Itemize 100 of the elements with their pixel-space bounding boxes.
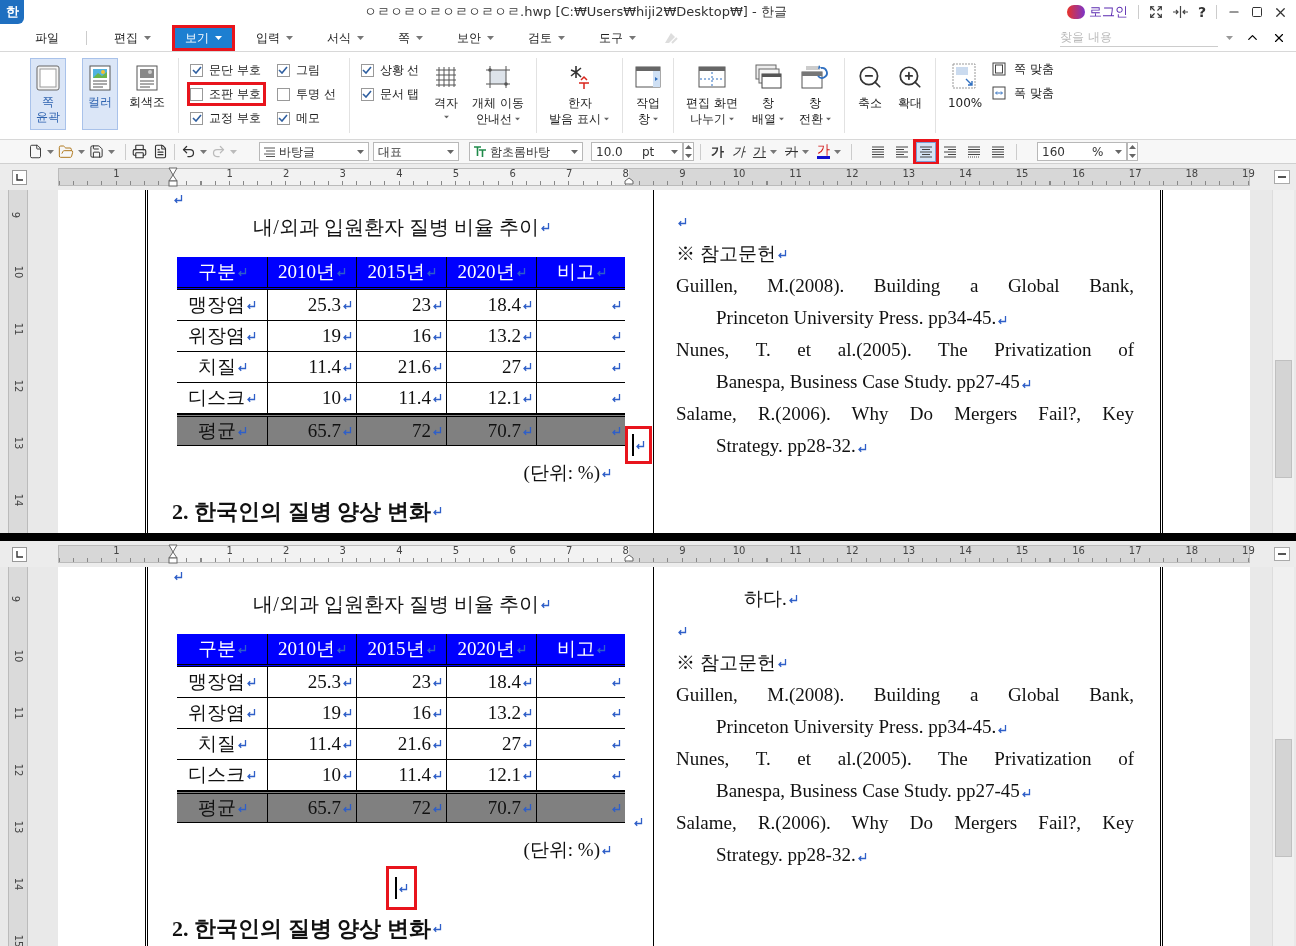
help-button[interactable]: ? bbox=[1197, 1, 1206, 23]
checkbox-label: 교정 부호 bbox=[209, 110, 261, 127]
fit-button[interactable]: 쪽 맞춤 bbox=[992, 60, 1055, 78]
reference-entry: Salame, R.(2006). Why Do Mergers Fail?, Key Strategy. pp28-32. bbox=[676, 403, 1134, 456]
indent-marker-icon[interactable] bbox=[168, 544, 178, 564]
line-spacing-field[interactable]: 160 % bbox=[1037, 142, 1127, 161]
style-select[interactable]: 바탕글 bbox=[259, 142, 369, 161]
scrollbar[interactable] bbox=[1272, 190, 1294, 533]
ribbon-tool-button[interactable]: 개체 이동 안내선 bbox=[468, 58, 529, 130]
table-cell-text: 18.4 bbox=[487, 292, 521, 317]
table-caption: 내/외과 입원환자 질병 비율 추이 bbox=[253, 592, 539, 617]
language-select[interactable]: 대표 bbox=[373, 142, 459, 161]
table-cell-text: 평균 bbox=[197, 795, 236, 820]
undo-icon[interactable] bbox=[181, 144, 196, 159]
view-toggle-button[interactable]: 쪽 윤곽 bbox=[30, 58, 66, 130]
ribbon-tool-button[interactable]: 작업 창 bbox=[631, 58, 666, 130]
new-document-icon[interactable] bbox=[28, 144, 43, 159]
checkbox[interactable] bbox=[276, 63, 290, 77]
preview-icon[interactable] bbox=[153, 144, 168, 159]
ribbon-tool-button[interactable]: 확대 bbox=[892, 58, 927, 130]
reference-entry: Salame, R.(2006). Why Do Mergers Fail?, Key Strategy. pp28-32. bbox=[676, 812, 1134, 865]
column-header: 2010년 bbox=[278, 259, 335, 284]
caret-icon bbox=[357, 35, 364, 40]
ruler-toggle-button[interactable] bbox=[1274, 547, 1290, 561]
ribbon-tool-button[interactable]: 격자 bbox=[430, 58, 463, 130]
character-format-button[interactable]: 가 bbox=[711, 141, 724, 162]
ruler-number: 11 bbox=[13, 322, 24, 336]
print-icon[interactable] bbox=[132, 144, 147, 159]
save-icon[interactable] bbox=[89, 144, 104, 159]
checkbox[interactable] bbox=[360, 63, 374, 77]
scrollbar[interactable] bbox=[1272, 567, 1294, 946]
character-format-button[interactable]: 가 bbox=[732, 141, 745, 162]
split-arrows-icon[interactable] bbox=[1172, 6, 1188, 18]
menu-item[interactable]: 도구 bbox=[589, 27, 646, 48]
vertical-ruler[interactable]: 9 10 11 12 13 14 bbox=[8, 190, 28, 533]
find-field[interactable]: 찾을 내용 bbox=[1060, 28, 1218, 47]
checkbox[interactable] bbox=[360, 87, 374, 101]
menu-item[interactable]: 입력 bbox=[246, 27, 303, 48]
menu-item[interactable]: 검토 bbox=[518, 27, 575, 48]
ruler-number: 18 bbox=[1185, 546, 1199, 556]
view-toggle-button[interactable]: 회색조 bbox=[124, 58, 170, 130]
reference-entry: Guillen, M.(2008). Building a Global Bank, Princeton University Press. pp34-45. bbox=[676, 275, 1134, 328]
ruler-number: 13 bbox=[13, 820, 24, 834]
checkbox[interactable] bbox=[190, 63, 203, 77]
table-cell-text: 19 bbox=[322, 323, 341, 348]
grayscale-document-icon bbox=[136, 65, 158, 91]
table-cell-text: 72 bbox=[412, 795, 431, 820]
caret-icon bbox=[416, 35, 423, 40]
table-cell-text: 평균 bbox=[197, 418, 236, 443]
right-margin-marker-icon[interactable] bbox=[624, 177, 634, 185]
ruler-number: 13 bbox=[13, 436, 24, 450]
references-title: ※ 참고문헌 bbox=[676, 650, 776, 675]
ribbon-tool-button[interactable]: 100% bbox=[943, 58, 987, 130]
open-folder-icon[interactable] bbox=[58, 143, 74, 160]
font-size-field[interactable]: 10.0 pt bbox=[591, 142, 683, 161]
login-button[interactable]: 로그인 bbox=[1088, 2, 1128, 22]
ruler-number: 3 bbox=[339, 546, 346, 556]
ruler-number: 14 bbox=[13, 493, 24, 507]
table-cell-text: 위장염 bbox=[188, 700, 245, 725]
checkbox[interactable] bbox=[190, 111, 203, 125]
table-cell-text: 12.1 bbox=[487, 385, 521, 410]
ribbon-tool-button[interactable]: 창 전환 bbox=[794, 58, 836, 130]
tab-type-icon[interactable] bbox=[11, 169, 27, 185]
menu-item[interactable]: 보안 bbox=[447, 27, 504, 48]
checkbox[interactable] bbox=[276, 87, 290, 101]
character-format-button[interactable]: 가 bbox=[785, 141, 809, 162]
menu-item[interactable]: 편집 bbox=[104, 27, 161, 48]
indent-marker-icon[interactable] bbox=[168, 167, 178, 187]
spin-buttons[interactable] bbox=[683, 142, 694, 161]
table-cell-text: 19 bbox=[322, 700, 341, 725]
ribbon-tool-button[interactable]: 한자 발음 표시 bbox=[545, 58, 615, 130]
ribbon-tool-button[interactable]: 축소 bbox=[852, 58, 887, 130]
ruler-toggle-button[interactable] bbox=[1274, 170, 1290, 184]
fullscreen-icon[interactable] bbox=[1148, 5, 1163, 19]
menu-item[interactable]: 보기 bbox=[175, 27, 232, 48]
ribbon-tool-button[interactable]: 편집 화면 나누기 bbox=[682, 58, 742, 130]
spin-buttons[interactable] bbox=[1127, 142, 1138, 161]
column-header: 구분 bbox=[197, 636, 236, 661]
table-cell-text: 21.6 bbox=[397, 354, 431, 379]
fit-button[interactable]: 폭 맞춤 bbox=[992, 84, 1055, 102]
vertical-ruler[interactable]: 9 10 11 12 13 14 15 bbox=[8, 567, 28, 946]
ribbon-tool-button[interactable]: 창 배열 bbox=[747, 58, 789, 130]
font-select[interactable]: 함초롬바탕 bbox=[469, 142, 583, 161]
character-format-button[interactable]: 가 bbox=[817, 144, 841, 159]
table-cell-text: 65.7 bbox=[307, 795, 341, 820]
view-toggle-button[interactable]: 컬러 bbox=[82, 58, 118, 130]
checkbox[interactable] bbox=[276, 111, 290, 125]
maximize-icon[interactable] bbox=[1251, 6, 1263, 18]
menu-item[interactable]: 파일 bbox=[25, 27, 69, 48]
character-format-button[interactable]: 가 bbox=[753, 141, 777, 162]
width-fit-icon bbox=[992, 86, 1007, 100]
caret-icon bbox=[558, 35, 565, 40]
page-outline-icon bbox=[36, 65, 60, 91]
right-margin-marker-icon[interactable] bbox=[624, 554, 634, 562]
checkbox[interactable] bbox=[190, 87, 203, 101]
tab-type-icon[interactable] bbox=[11, 546, 27, 562]
menu-item[interactable]: 쪽 bbox=[388, 27, 433, 48]
menu-item[interactable]: 서식 bbox=[317, 27, 374, 48]
table-cell-text: 11.4 bbox=[398, 762, 431, 787]
ruler-number: 1 bbox=[226, 546, 233, 556]
